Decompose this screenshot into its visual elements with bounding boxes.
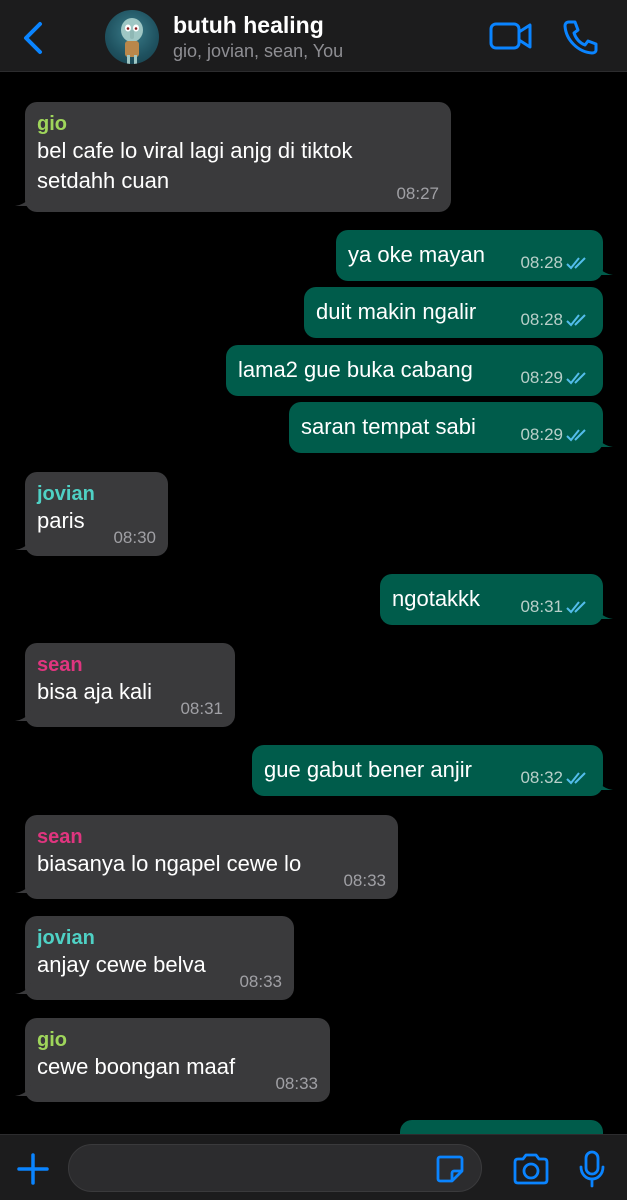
video-camera-icon bbox=[489, 22, 532, 50]
message-bubble-outgoing[interactable]: duit makin ngalir 08:28 bbox=[304, 287, 603, 338]
microphone-icon bbox=[579, 1150, 605, 1188]
sender-name: jovian bbox=[37, 483, 95, 505]
message-bubble-incoming[interactable]: jovian anjay cewe belva 08:33 bbox=[15, 916, 294, 1000]
chevron-left-icon bbox=[24, 22, 42, 54]
message-time: 08:33 bbox=[239, 972, 282, 992]
timestamp: 08:28 bbox=[520, 310, 563, 329]
message-bubble-incoming[interactable]: sean bisa aja kali 08:31 bbox=[15, 643, 235, 727]
message-time: 08:31 bbox=[520, 597, 591, 617]
message-text: biasanya lo ngapel cewe lo bbox=[37, 851, 302, 876]
read-ticks-icon bbox=[566, 314, 586, 327]
sender-name: jovian bbox=[37, 927, 95, 949]
message-bubble-outgoing[interactable]: ngotakkk 08:31 bbox=[380, 574, 613, 625]
message-bubble-incoming[interactable]: gio bel cafe lo viral lagi anjg di tikto… bbox=[15, 102, 451, 212]
read-ticks-icon bbox=[566, 372, 586, 385]
attach-button[interactable] bbox=[15, 1151, 51, 1187]
voice-call-button[interactable] bbox=[560, 18, 600, 56]
sender-name: gio bbox=[37, 113, 67, 135]
bubble-tail bbox=[15, 538, 31, 550]
bubble-tail bbox=[597, 435, 613, 447]
timestamp: 08:32 bbox=[520, 768, 563, 787]
sender-name: sean bbox=[37, 826, 83, 848]
bubble-tail bbox=[15, 982, 31, 994]
message-bubble-outgoing[interactable]: ya oke mayan 08:28 bbox=[336, 230, 613, 281]
message-composer bbox=[0, 1134, 627, 1200]
sender-name: sean bbox=[37, 654, 83, 676]
phone-icon bbox=[563, 20, 598, 55]
sender-name: gio bbox=[37, 1029, 67, 1051]
timestamp: 08:33 bbox=[275, 1074, 318, 1093]
message-input[interactable] bbox=[68, 1144, 482, 1192]
avatar-image bbox=[121, 18, 143, 64]
read-ticks-icon bbox=[566, 429, 586, 442]
group-members[interactable]: gio, jovian, sean, You bbox=[173, 41, 343, 62]
message-time: 08:29 bbox=[520, 368, 591, 388]
message-bubble-incoming[interactable]: gio cewe boongan maaf 08:33 bbox=[15, 1018, 330, 1102]
bubble-tail bbox=[15, 709, 31, 721]
timestamp: 08:29 bbox=[520, 425, 563, 444]
bubble-tail bbox=[15, 194, 31, 206]
bubble-tail bbox=[597, 607, 613, 619]
message-time: 08:33 bbox=[343, 871, 386, 891]
message-bubble-outgoing[interactable]: lama2 gue buka cabang 08:29 bbox=[226, 345, 603, 396]
timestamp: 08:33 bbox=[343, 871, 386, 890]
message-text: bel cafe lo viral lagi anjg di tiktok se… bbox=[37, 138, 353, 193]
sticker-icon bbox=[436, 1155, 464, 1183]
message-time: 08:33 bbox=[275, 1074, 318, 1094]
timestamp: 08:30 bbox=[113, 528, 156, 547]
bubble-tail bbox=[15, 881, 31, 893]
timestamp: 08:31 bbox=[520, 597, 563, 616]
chat-header: butuh healing gio, jovian, sean, You bbox=[0, 0, 627, 72]
timestamp: 08:29 bbox=[520, 368, 563, 387]
camera-icon bbox=[513, 1153, 549, 1185]
message-bubble-incoming[interactable]: sean biasanya lo ngapel cewe lo 08:33 bbox=[15, 815, 398, 899]
timestamp: 08:28 bbox=[520, 253, 563, 272]
voice-message-button[interactable] bbox=[578, 1149, 606, 1189]
bubble-tail bbox=[597, 778, 613, 790]
bubble-tail bbox=[597, 263, 613, 275]
message-time: 08:28 bbox=[520, 310, 591, 330]
video-call-button[interactable] bbox=[488, 18, 534, 54]
message-time: 08:28 bbox=[520, 253, 591, 273]
read-ticks-icon bbox=[566, 257, 586, 270]
message-bubble-incoming[interactable]: jovian paris 08:30 bbox=[15, 472, 168, 556]
message-bubble-outgoing[interactable]: gue gabut bener anjir 08:32 bbox=[252, 745, 613, 796]
read-ticks-icon bbox=[566, 772, 586, 785]
group-avatar[interactable] bbox=[105, 10, 159, 64]
timestamp: 08:33 bbox=[239, 972, 282, 991]
message-time: 08:32 bbox=[520, 768, 591, 788]
timestamp: 08:27 bbox=[396, 184, 439, 203]
camera-button[interactable] bbox=[511, 1152, 551, 1186]
read-ticks-icon bbox=[566, 601, 586, 614]
bubble-tail bbox=[15, 1084, 31, 1096]
message-time: 08:27 bbox=[396, 184, 439, 204]
plus-icon bbox=[17, 1153, 49, 1185]
timestamp: 08:31 bbox=[180, 699, 223, 718]
message-time: 08:31 bbox=[180, 699, 223, 719]
sticker-button[interactable] bbox=[434, 1153, 466, 1185]
group-title[interactable]: butuh healing bbox=[173, 12, 324, 39]
back-button[interactable] bbox=[18, 20, 50, 56]
message-time: 08:29 bbox=[520, 425, 591, 445]
message-bubble-outgoing[interactable]: saran tempat sabi 08:29 bbox=[289, 402, 613, 453]
message-time: 08:30 bbox=[113, 528, 156, 548]
